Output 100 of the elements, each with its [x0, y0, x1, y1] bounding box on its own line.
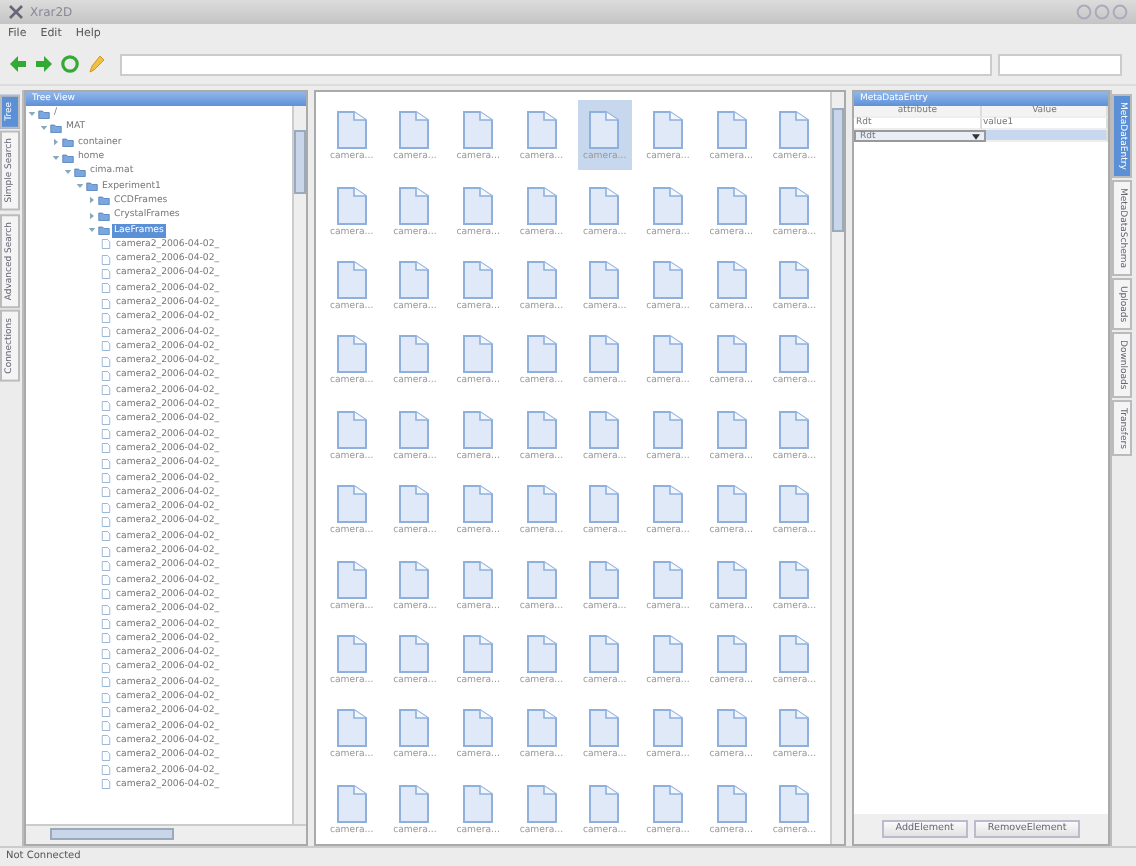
document-icon	[458, 407, 499, 452]
document-icon	[521, 706, 562, 751]
document-icon	[521, 332, 562, 377]
document-icon	[458, 257, 499, 302]
document-icon	[521, 183, 562, 228]
document-icon	[521, 482, 562, 527]
document-icon	[331, 781, 372, 826]
scrollbar[interactable]	[830, 92, 844, 844]
path-field[interactable]	[120, 53, 992, 75]
document-icon	[458, 781, 499, 826]
expander-icon[interactable]	[76, 182, 84, 191]
document-icon	[711, 257, 752, 302]
document-icon	[711, 781, 752, 826]
document-icon	[647, 407, 688, 452]
document-icon	[331, 108, 372, 153]
document-icon	[647, 482, 688, 527]
document-icon	[458, 631, 499, 676]
document-icon	[458, 108, 499, 153]
document-icon	[774, 631, 815, 676]
document-icon	[394, 183, 435, 228]
expander-icon[interactable]	[52, 153, 60, 162]
document-icon	[458, 183, 499, 228]
document-icon	[774, 407, 815, 452]
document-icon	[584, 332, 625, 377]
document-icon	[711, 631, 752, 676]
document-icon	[521, 781, 562, 826]
document-icon	[647, 257, 688, 302]
expander-icon[interactable]	[40, 123, 48, 132]
document-icon	[774, 482, 815, 527]
document-icon	[711, 706, 752, 751]
document-icon	[331, 257, 372, 302]
expander-icon[interactable]	[64, 167, 72, 176]
document-icon	[711, 183, 752, 228]
document-icon	[394, 706, 435, 751]
document-icon	[458, 482, 499, 527]
expander-icon[interactable]	[88, 211, 96, 220]
document-icon	[521, 557, 562, 602]
refresh-icon[interactable]	[60, 54, 80, 74]
document-icon	[394, 557, 435, 602]
document-icon	[774, 257, 815, 302]
document-icon	[331, 631, 372, 676]
document-icon	[647, 706, 688, 751]
document-icon	[774, 557, 815, 602]
document-icon	[331, 557, 372, 602]
document-icon	[394, 482, 435, 527]
expander-icon[interactable]	[88, 196, 96, 205]
forward-icon[interactable]	[34, 54, 54, 74]
document-icon	[394, 108, 435, 153]
document-icon	[521, 108, 562, 153]
expander-icon[interactable]	[88, 226, 96, 235]
document-icon	[394, 407, 435, 452]
document-icon	[584, 557, 625, 602]
document-icon	[774, 781, 815, 826]
document-icon	[774, 108, 815, 153]
document-icon	[584, 781, 625, 826]
search-field[interactable]	[998, 53, 1122, 75]
document-icon	[331, 183, 372, 228]
document-icon	[584, 257, 625, 302]
document-icon	[711, 108, 752, 153]
document-icon	[584, 706, 625, 751]
document-icon	[331, 706, 372, 751]
back-icon[interactable]	[8, 54, 28, 74]
document-icon	[774, 706, 815, 751]
document-icon	[394, 781, 435, 826]
document-icon	[394, 332, 435, 377]
pencil-icon[interactable]	[86, 54, 106, 74]
document-icon	[647, 108, 688, 153]
document-icon	[647, 332, 688, 377]
document-icon	[584, 407, 625, 452]
document-icon	[711, 482, 752, 527]
document-icon	[711, 557, 752, 602]
document-icon	[458, 332, 499, 377]
document-icon	[458, 557, 499, 602]
document-icon	[711, 332, 752, 377]
document-icon	[647, 781, 688, 826]
document-icon	[331, 482, 372, 527]
app-icon	[8, 4, 24, 20]
document-icon	[647, 557, 688, 602]
document-icon	[394, 257, 435, 302]
document-icon	[458, 706, 499, 751]
document-icon	[521, 257, 562, 302]
document-icon	[521, 631, 562, 676]
document-icon	[584, 108, 625, 153]
document-icon	[331, 332, 372, 377]
document-icon	[774, 332, 815, 377]
document-icon	[647, 183, 688, 228]
document-icon	[331, 407, 372, 452]
document-icon	[647, 631, 688, 676]
document-icon	[711, 407, 752, 452]
document-icon	[584, 631, 625, 676]
document-icon	[584, 183, 625, 228]
document-icon	[774, 183, 815, 228]
document-icon	[521, 407, 562, 452]
document-icon	[394, 631, 435, 676]
scrollbar[interactable]	[26, 824, 306, 844]
scrollbar[interactable]	[292, 106, 306, 824]
caret-icon	[971, 133, 979, 139]
expander-icon[interactable]	[28, 109, 36, 118]
expander-icon[interactable]	[52, 138, 60, 147]
document-icon	[584, 482, 625, 527]
